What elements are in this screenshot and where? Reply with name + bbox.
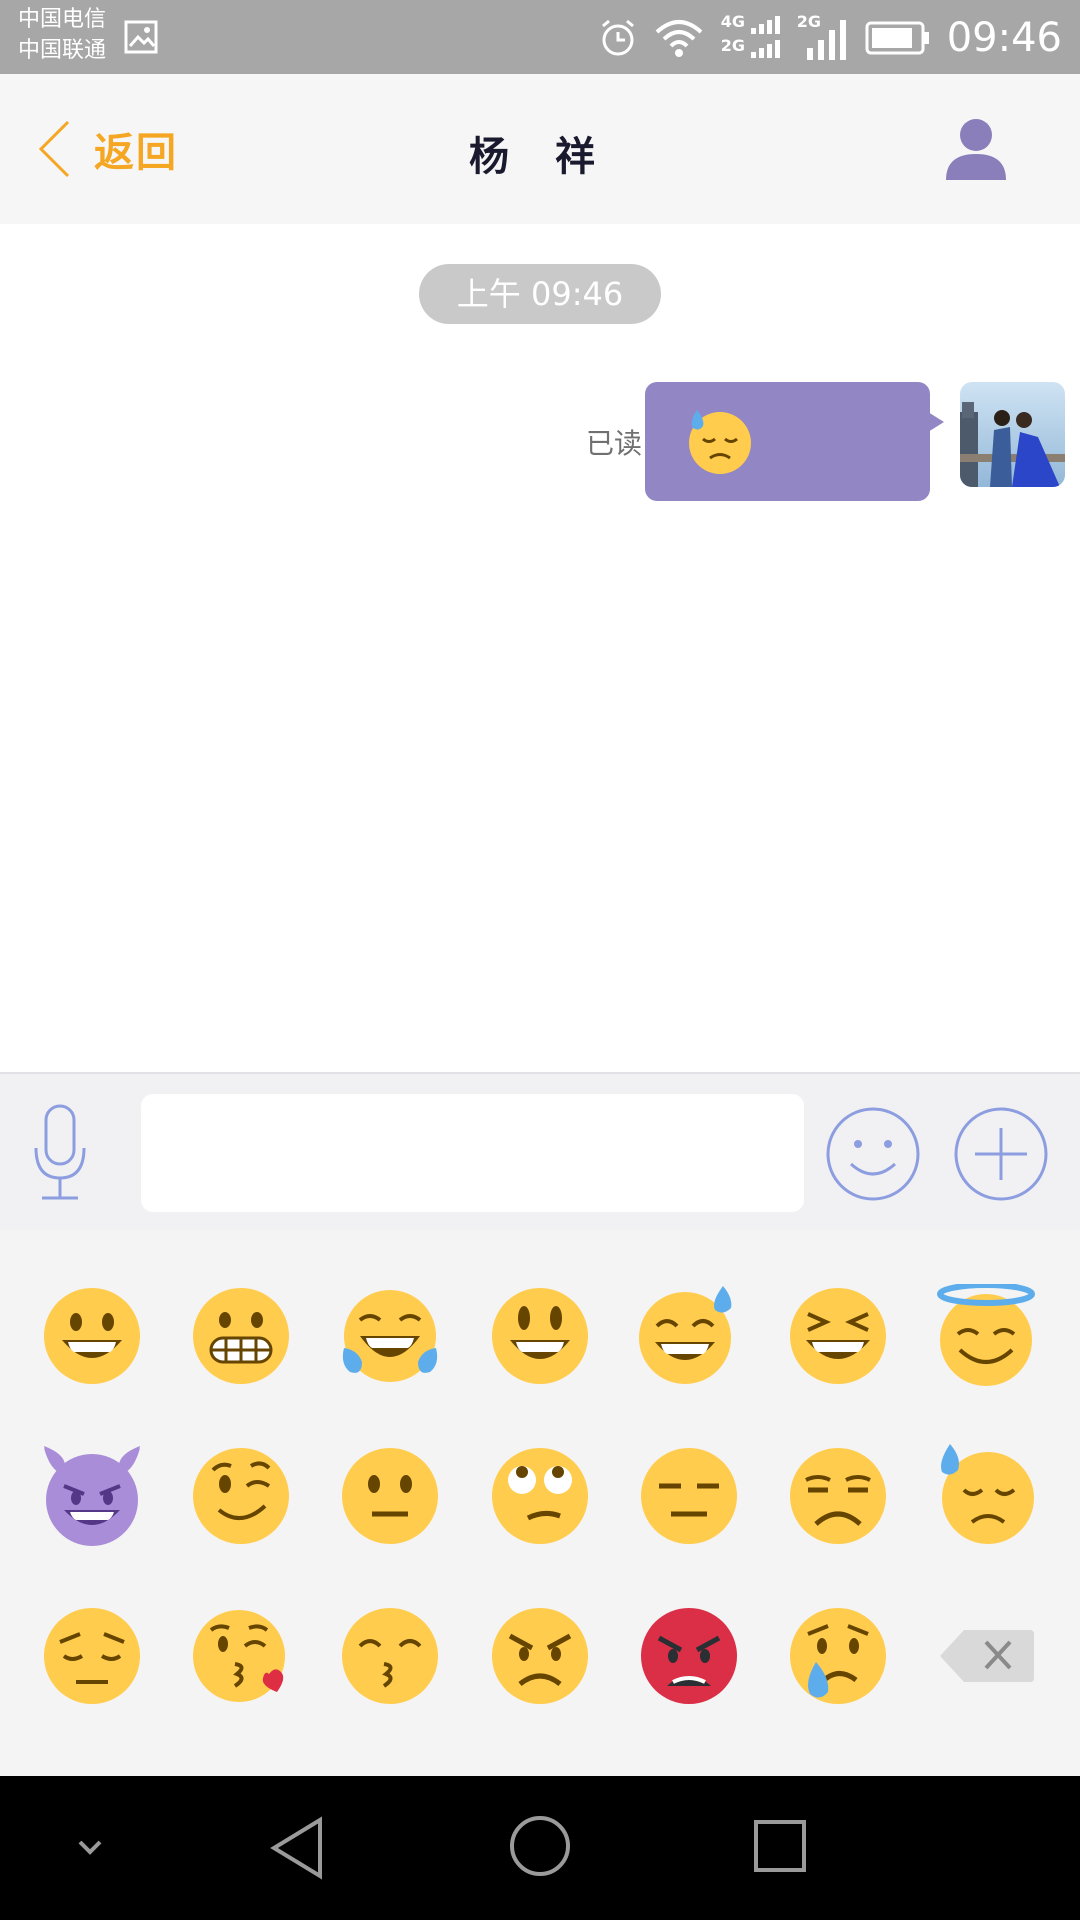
contact-profile-icon[interactable]: [944, 118, 1008, 180]
signal-bars-icon: [750, 16, 780, 58]
system-nav-bar: [0, 1776, 1080, 1920]
emoji-panel: [0, 1230, 1080, 1776]
kissing-smiling-eyes-emoji-icon[interactable]: [338, 1604, 442, 1708]
smiley-emoji-icon[interactable]: [488, 1284, 592, 1388]
time-divider: 上午 09:46: [419, 264, 661, 324]
more-plus-icon[interactable]: [953, 1106, 1049, 1202]
pensive-emoji-icon[interactable]: [40, 1604, 144, 1708]
signal-bars-2g-icon: [806, 20, 846, 60]
chat-header: 返回 杨 祥: [0, 74, 1080, 224]
wink-emoji-icon[interactable]: [189, 1444, 293, 1548]
status-bar: 中国电信 中国联通 4G 2G 2G 09:46: [0, 0, 1080, 74]
crying-emoji-icon[interactable]: [786, 1604, 890, 1708]
hide-keyboard-chevron-icon[interactable]: [70, 1832, 110, 1862]
clock: 09:46: [946, 15, 1062, 61]
smiling-imp-emoji-icon[interactable]: [40, 1444, 144, 1548]
innocent-halo-emoji-icon[interactable]: [934, 1284, 1038, 1388]
downcast-sweat-emoji-icon: [689, 410, 751, 474]
read-receipt: 已读: [586, 427, 643, 460]
voice-input-icon[interactable]: [32, 1104, 88, 1204]
rage-emoji-icon[interactable]: [637, 1604, 741, 1708]
recents-square-icon[interactable]: [752, 1818, 808, 1874]
battery-icon: [865, 21, 929, 55]
carrier-2: 中国联通: [18, 38, 107, 63]
image-notification-icon: [124, 20, 158, 54]
carrier-1: 中国电信: [18, 7, 107, 32]
message-bubble[interactable]: [645, 382, 944, 501]
laughing-emoji-icon[interactable]: [786, 1284, 890, 1388]
back-triangle-icon[interactable]: [268, 1816, 328, 1880]
signal-dual: 4G 2G: [720, 12, 781, 62]
page-title: 杨 祥: [469, 134, 611, 180]
angry-emoji-icon[interactable]: [488, 1604, 592, 1708]
emoji-toggle-icon[interactable]: [825, 1106, 921, 1202]
delete-backspace-icon[interactable]: [934, 1604, 1038, 1708]
message-list[interactable]: 上午 09:46 已读: [0, 224, 1080, 1072]
eye-roll-emoji-icon[interactable]: [488, 1444, 592, 1548]
grimacing-emoji-icon[interactable]: [189, 1284, 293, 1388]
unamused-emoji-icon[interactable]: [786, 1444, 890, 1548]
status-right: 4G 2G 2G 09:46: [599, 10, 1062, 66]
message-input[interactable]: [141, 1094, 804, 1212]
downcast-sweat-emoji-icon[interactable]: [934, 1444, 1038, 1548]
neutral-face-emoji-icon[interactable]: [338, 1444, 442, 1548]
alarm-icon: [601, 19, 634, 56]
network-label-2: 2G: [720, 36, 745, 55]
expressionless-emoji-icon[interactable]: [637, 1444, 741, 1548]
home-circle-icon[interactable]: [508, 1814, 572, 1878]
sweat-smile-emoji-icon[interactable]: [637, 1284, 741, 1388]
signal-2g: 2G: [797, 12, 849, 62]
wifi-icon: [655, 20, 703, 57]
tears-of-joy-emoji-icon[interactable]: [338, 1284, 442, 1388]
carrier-labels: 中国电信 中国联通: [18, 4, 106, 66]
grinning-emoji-icon[interactable]: [40, 1284, 144, 1388]
network-label-1: 4G: [720, 12, 745, 31]
user-avatar[interactable]: [960, 382, 1065, 487]
input-bar: [0, 1072, 1080, 1230]
kissing-heart-emoji-icon[interactable]: [189, 1604, 293, 1708]
